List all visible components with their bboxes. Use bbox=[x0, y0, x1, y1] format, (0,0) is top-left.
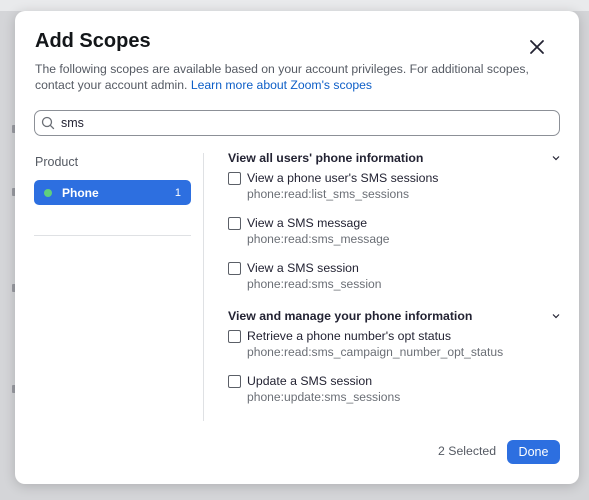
status-dot-icon bbox=[44, 188, 52, 197]
scope-code: phone:read:list_sms_sessions bbox=[247, 187, 410, 201]
scope-code: phone:update:sms_sessions bbox=[247, 390, 401, 404]
product-label: Product bbox=[35, 155, 79, 169]
search-box[interactable] bbox=[34, 110, 560, 136]
scope-checkbox[interactable] bbox=[228, 172, 241, 185]
scope-code: phone:read:sms_campaign_number_opt_statu… bbox=[247, 345, 504, 359]
search-icon bbox=[41, 116, 55, 130]
product-item-phone[interactable]: Phone 1 bbox=[34, 180, 191, 205]
scope-name: Retrieve a phone number's opt status bbox=[247, 329, 451, 343]
scope-item: Update a SMS session phone:update:sms_se… bbox=[228, 373, 563, 405]
scope-group: View and manage your phone information R… bbox=[228, 308, 563, 405]
scope-group: View all users' phone information View a… bbox=[228, 153, 563, 292]
scope-item: View a SMS session phone:read:sms_sessio… bbox=[228, 260, 563, 292]
scope-group-header[interactable]: View and manage your phone information bbox=[228, 308, 563, 324]
scope-checkbox[interactable] bbox=[228, 217, 241, 230]
close-icon[interactable] bbox=[525, 35, 549, 59]
scope-group-title: View all users' phone information bbox=[228, 153, 424, 165]
modal-description: The following scopes are available based… bbox=[35, 61, 559, 93]
scope-item: View a SMS message phone:read:sms_messag… bbox=[228, 215, 563, 247]
selected-count: 2 Selected bbox=[438, 444, 497, 458]
scope-name: Update a SMS session bbox=[247, 374, 373, 388]
scope-checkbox[interactable] bbox=[228, 375, 241, 388]
panel-divider bbox=[203, 153, 204, 421]
scope-item: Retrieve a phone number's opt status pho… bbox=[228, 328, 563, 360]
scope-checkbox[interactable] bbox=[228, 330, 241, 343]
scope-item: View a phone user's SMS sessions phone:r… bbox=[228, 170, 563, 202]
product-name: Phone bbox=[62, 185, 99, 200]
scopes-list: View all users' phone information View a… bbox=[228, 153, 563, 425]
scope-code: phone:read:sms_message bbox=[247, 232, 390, 246]
add-scopes-modal: Add Scopes The following scopes are avai… bbox=[15, 11, 579, 484]
scope-checkbox[interactable] bbox=[228, 262, 241, 275]
scope-group-title: View and manage your phone information bbox=[228, 309, 473, 323]
done-button[interactable]: Done bbox=[507, 440, 560, 464]
chevron-down-icon[interactable] bbox=[551, 153, 561, 163]
scope-group-header[interactable]: View all users' phone information bbox=[228, 153, 563, 166]
modal-title: Add Scopes bbox=[35, 30, 151, 52]
scope-name: View a SMS message bbox=[247, 216, 368, 230]
scope-code: phone:read:sms_session bbox=[247, 277, 382, 291]
scope-name: View a phone user's SMS sessions bbox=[247, 171, 439, 185]
product-count: 1 bbox=[174, 186, 181, 199]
chevron-down-icon[interactable] bbox=[551, 311, 561, 321]
background-top-bar bbox=[0, 0, 589, 11]
scope-name: View a SMS session bbox=[247, 261, 359, 275]
search-input[interactable] bbox=[61, 116, 559, 130]
learn-more-link[interactable]: Learn more about Zoom's scopes bbox=[191, 78, 372, 92]
left-divider bbox=[34, 235, 191, 236]
